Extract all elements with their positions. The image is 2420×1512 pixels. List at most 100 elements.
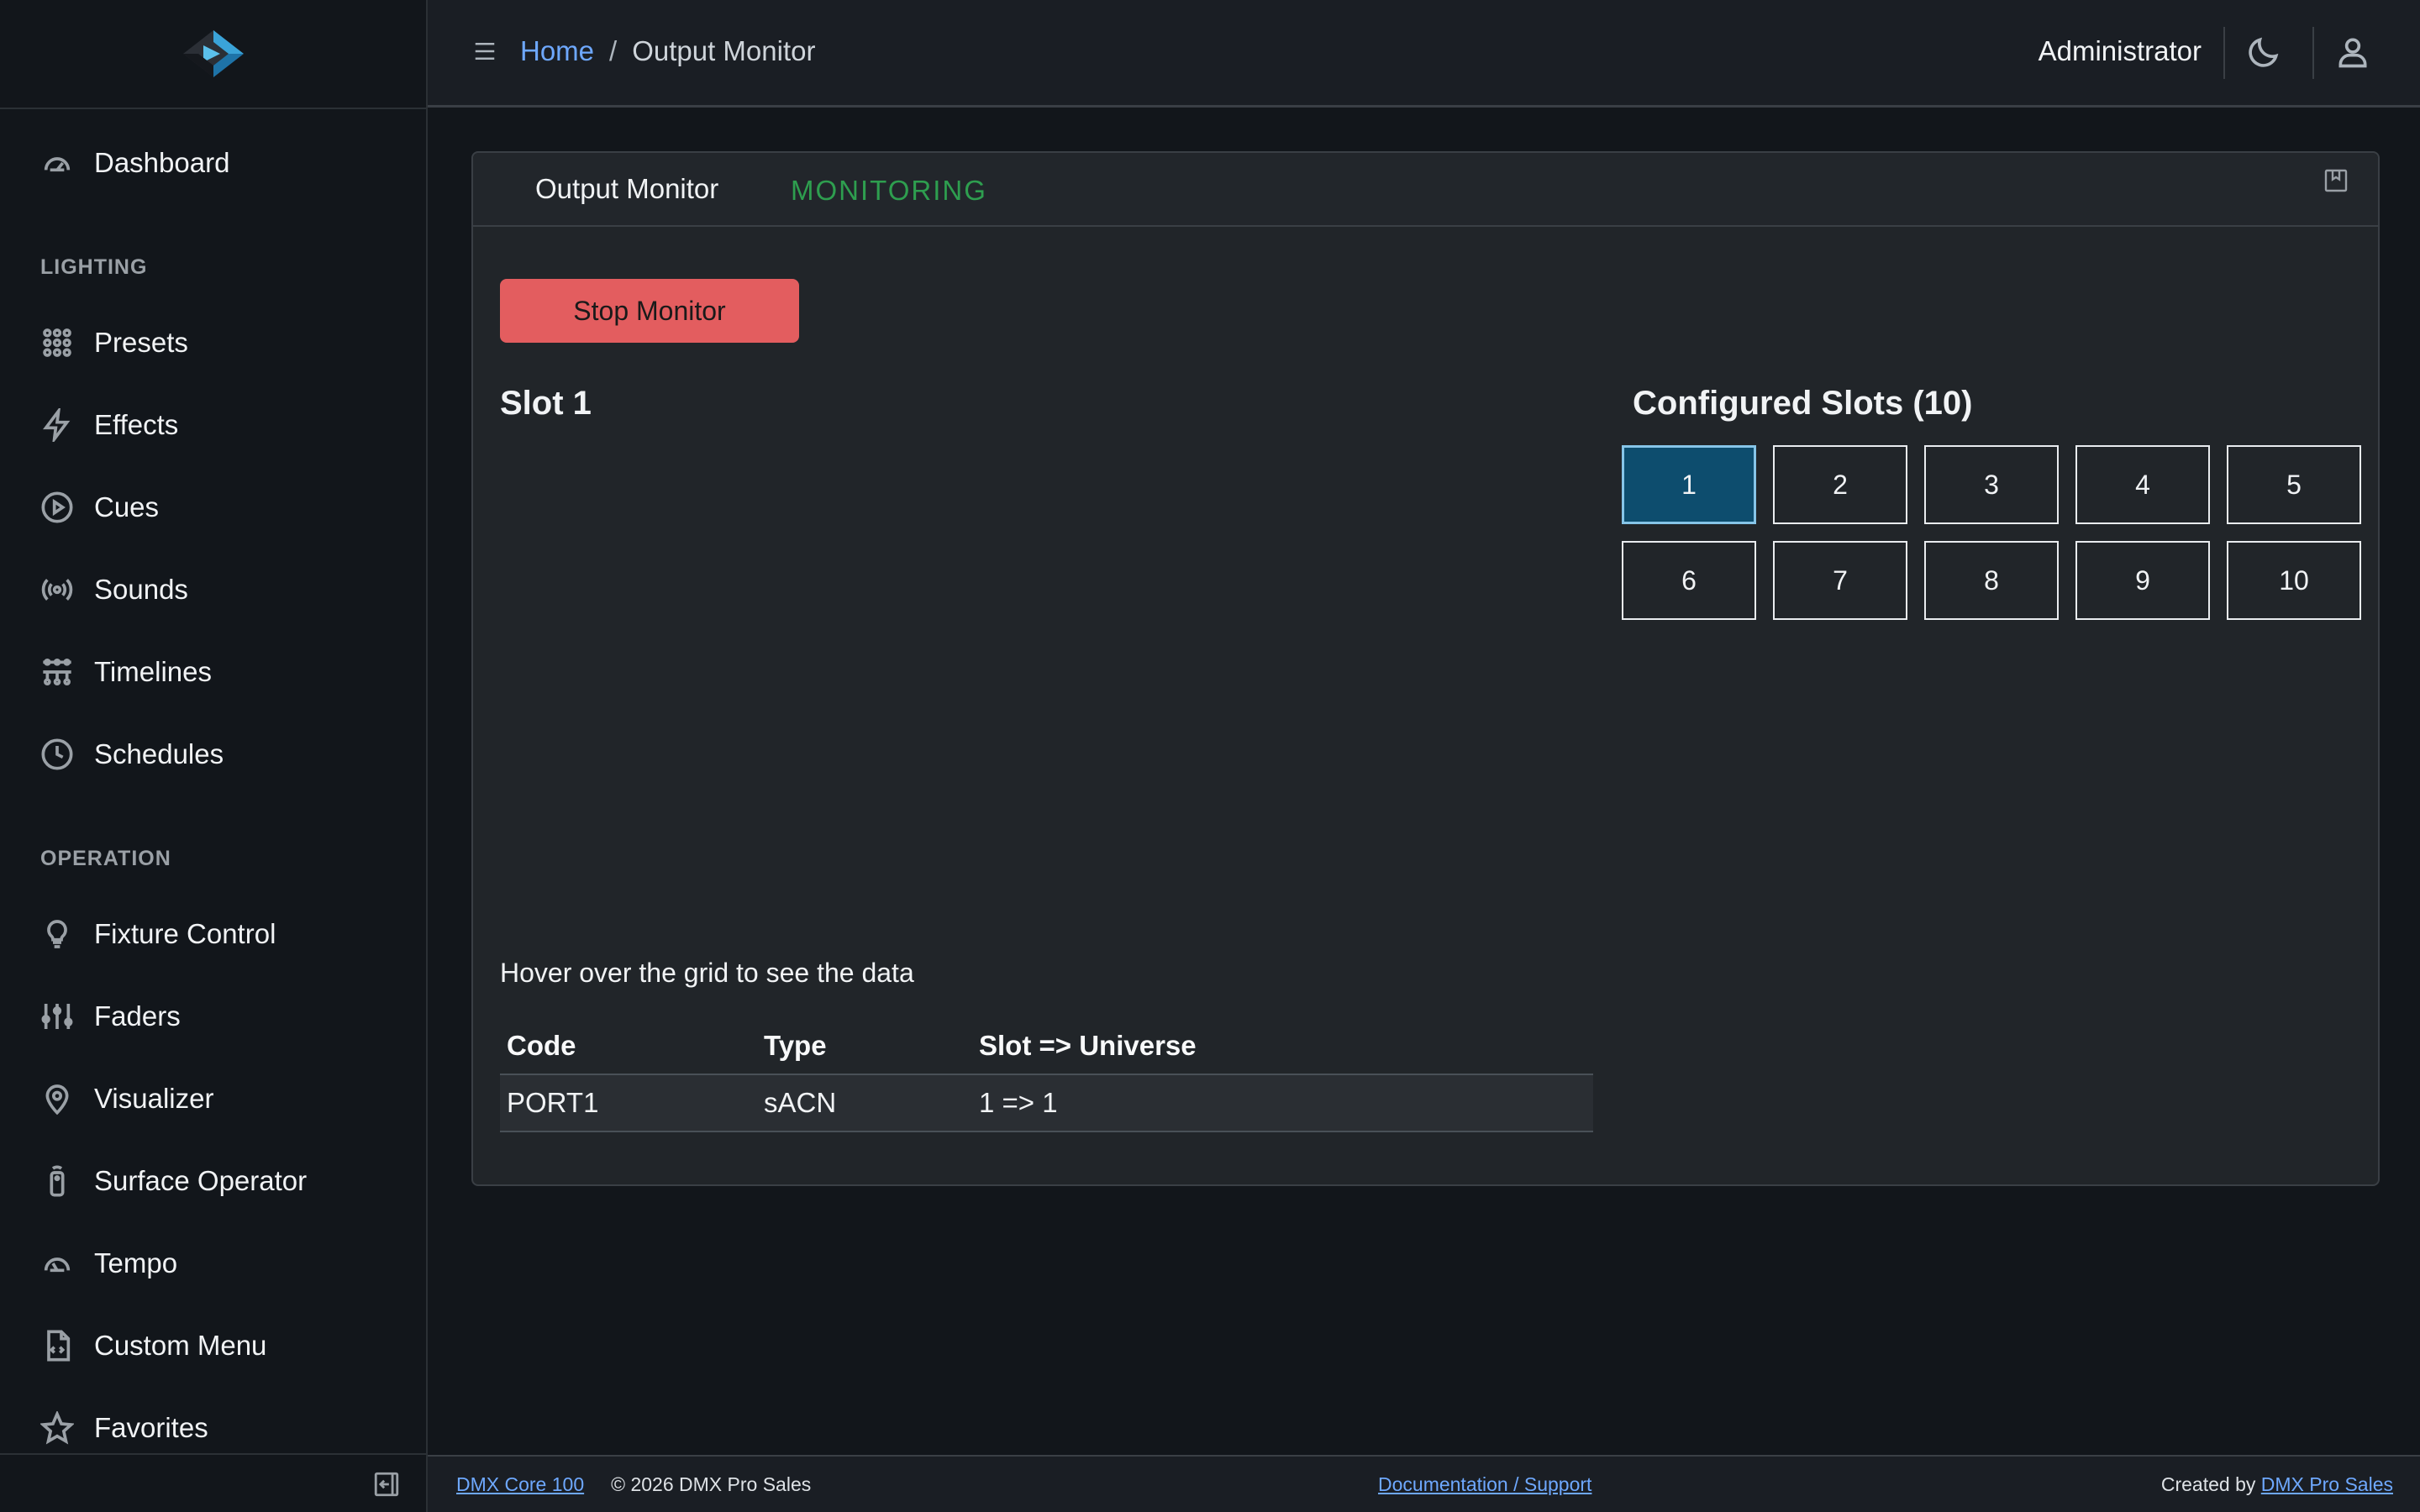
sidebar-item-schedules[interactable]: Schedules <box>40 727 224 781</box>
gauge-icon <box>40 146 74 180</box>
documentation-link[interactable]: Documentation / Support <box>1378 1473 1591 1495</box>
slot-button-10[interactable]: 10 <box>2227 541 2361 620</box>
slot-button-4[interactable]: 4 <box>2075 445 2210 524</box>
cell-code: PORT1 <box>500 1074 757 1132</box>
sidebar-item-timelines[interactable]: Timelines <box>40 645 212 699</box>
footer-right: Created by DMX Pro Sales <box>2161 1473 2393 1496</box>
timeline-icon <box>40 655 74 689</box>
sidebar-item-faders[interactable]: Faders <box>40 990 181 1043</box>
speedometer-icon <box>40 1247 74 1280</box>
menu-icon[interactable] <box>472 39 497 64</box>
section-heading-operation: OPERATION <box>40 847 171 870</box>
sidebar-item-favorites[interactable]: Favorites <box>40 1401 208 1455</box>
card-header: Output Monitor MONITORING <box>473 153 2378 227</box>
configured-slots-title: Configured Slots (10) <box>1633 385 1973 422</box>
slot-button-3[interactable]: 3 <box>1924 445 2059 524</box>
top-header: Home / Output Monitor Administrator <box>428 0 2420 108</box>
sidebar-footer <box>0 1453 426 1512</box>
slot-button-2[interactable]: 2 <box>1773 445 1907 524</box>
cell-slot-universe: 1 => 1 <box>972 1074 1593 1132</box>
sidebar-item-label: Surface Operator <box>94 1165 308 1196</box>
output-monitor-card: Output Monitor MONITORING Stop Monitor S… <box>471 151 2380 1186</box>
sidebar: Dashboard LIGHTING Presets Effects Cues … <box>0 0 428 1512</box>
slot-button-5[interactable]: 5 <box>2227 445 2361 524</box>
code-file-icon <box>40 1329 74 1362</box>
header-divider <box>2223 27 2225 79</box>
copyright-text: © 2026 DMX Pro Sales <box>611 1473 812 1495</box>
created-by-text: Created by <box>2160 1473 2256 1495</box>
sidebar-item-surface-operator[interactable]: Surface Operator <box>40 1154 307 1208</box>
sidebar-item-effects[interactable]: Effects <box>40 398 178 452</box>
sidebar-item-label: Tempo <box>94 1247 178 1278</box>
created-by-link[interactable]: DMX Pro Sales <box>2261 1473 2393 1495</box>
moon-icon <box>2249 37 2279 67</box>
broadcast-icon <box>40 573 74 606</box>
sidebar-item-custom-menu[interactable]: Custom Menu <box>40 1319 266 1373</box>
logo[interactable] <box>0 0 426 109</box>
sidebar-item-label: Favorites <box>94 1412 208 1443</box>
table-row: PORT1 sACN 1 => 1 <box>500 1074 1593 1132</box>
breadcrumb-home-link[interactable]: Home <box>520 35 594 67</box>
footer-left: DMX Core 100 © 2026 DMX Pro Sales <box>456 1473 811 1496</box>
tab-output-monitor[interactable]: Output Monitor <box>535 173 718 205</box>
sidebar-item-dashboard[interactable]: Dashboard <box>40 136 229 190</box>
user-icon <box>2338 38 2367 68</box>
column-header-slot-universe: Slot => Universe <box>972 1018 1593 1075</box>
page-footer: DMX Core 100 © 2026 DMX Pro Sales Docume… <box>428 1455 2420 1512</box>
slot-button-6[interactable]: 6 <box>1622 541 1756 620</box>
breadcrumb: Home / Output Monitor <box>520 35 815 67</box>
sidebar-item-label: Schedules <box>94 738 224 769</box>
play-circle-icon <box>40 491 74 524</box>
sidebar-item-cues[interactable]: Cues <box>40 480 159 534</box>
logo-icon <box>182 30 244 77</box>
lightning-icon <box>40 408 74 442</box>
theme-toggle-button[interactable] <box>2245 34 2282 71</box>
column-header-code: Code <box>500 1018 757 1075</box>
map-pin-icon <box>40 1082 74 1116</box>
column-header-type: Type <box>757 1018 972 1075</box>
grid-dots-icon <box>40 326 74 360</box>
sidebar-item-label: Custom Menu <box>94 1330 267 1361</box>
sidebar-item-sounds[interactable]: Sounds <box>40 563 188 617</box>
sidebar-item-label: Timelines <box>94 656 212 687</box>
port-table: Code Type Slot => Universe PORT1 sACN 1 … <box>500 1018 1593 1132</box>
product-link[interactable]: DMX Core 100 <box>456 1473 584 1496</box>
stop-monitor-button[interactable]: Stop Monitor <box>500 279 799 343</box>
user-name: Administrator <box>2038 35 2202 66</box>
slot-button-7[interactable]: 7 <box>1773 541 1907 620</box>
remote-icon <box>40 1164 74 1198</box>
sidebar-item-label: Effects <box>94 409 179 440</box>
clock-icon <box>40 738 74 771</box>
sidebar-item-label: Dashboard <box>94 147 230 178</box>
slot-button-1[interactable]: 1 <box>1622 445 1756 524</box>
header-divider <box>2312 27 2314 79</box>
user-menu-button[interactable] <box>2334 34 2371 71</box>
sidebar-item-tempo[interactable]: Tempo <box>40 1236 177 1290</box>
collapse-sidebar-icon[interactable] <box>372 1470 401 1499</box>
lightbulb-icon <box>40 917 74 951</box>
sidebar-item-presets[interactable]: Presets <box>40 316 188 370</box>
table-header-row: Code Type Slot => Universe <box>500 1018 1593 1075</box>
section-heading-lighting: LIGHTING <box>40 255 148 279</box>
sidebar-item-label: Visualizer <box>94 1083 214 1114</box>
slot-title: Slot 1 <box>500 385 592 422</box>
breadcrumb-separator: / <box>609 35 618 66</box>
sidebar-item-label: Sounds <box>94 574 188 605</box>
breadcrumb-current: Output Monitor <box>632 35 816 66</box>
sliders-icon <box>40 1000 74 1033</box>
sidebar-item-label: Presets <box>94 327 188 358</box>
hover-hint: Hover over the grid to see the data <box>500 958 914 988</box>
slot-button-9[interactable]: 9 <box>2075 541 2210 620</box>
bookmark-icon[interactable] <box>2323 166 2349 195</box>
sidebar-item-fixture-control[interactable]: Fixture Control <box>40 907 276 961</box>
sidebar-item-label: Faders <box>94 1000 181 1032</box>
sidebar-item-label: Cues <box>94 491 160 522</box>
slot-button-8[interactable]: 8 <box>1924 541 2059 620</box>
cell-type: sACN <box>757 1074 972 1132</box>
footer-middle: Documentation / Support <box>1378 1473 1591 1496</box>
monitoring-status: MONITORING <box>791 175 987 206</box>
sidebar-item-label: Fixture Control <box>94 918 276 949</box>
star-icon <box>40 1411 74 1445</box>
sidebar-item-visualizer[interactable]: Visualizer <box>40 1072 213 1126</box>
slot-grid: 1 2 3 4 5 6 7 8 9 10 <box>1622 445 2361 620</box>
